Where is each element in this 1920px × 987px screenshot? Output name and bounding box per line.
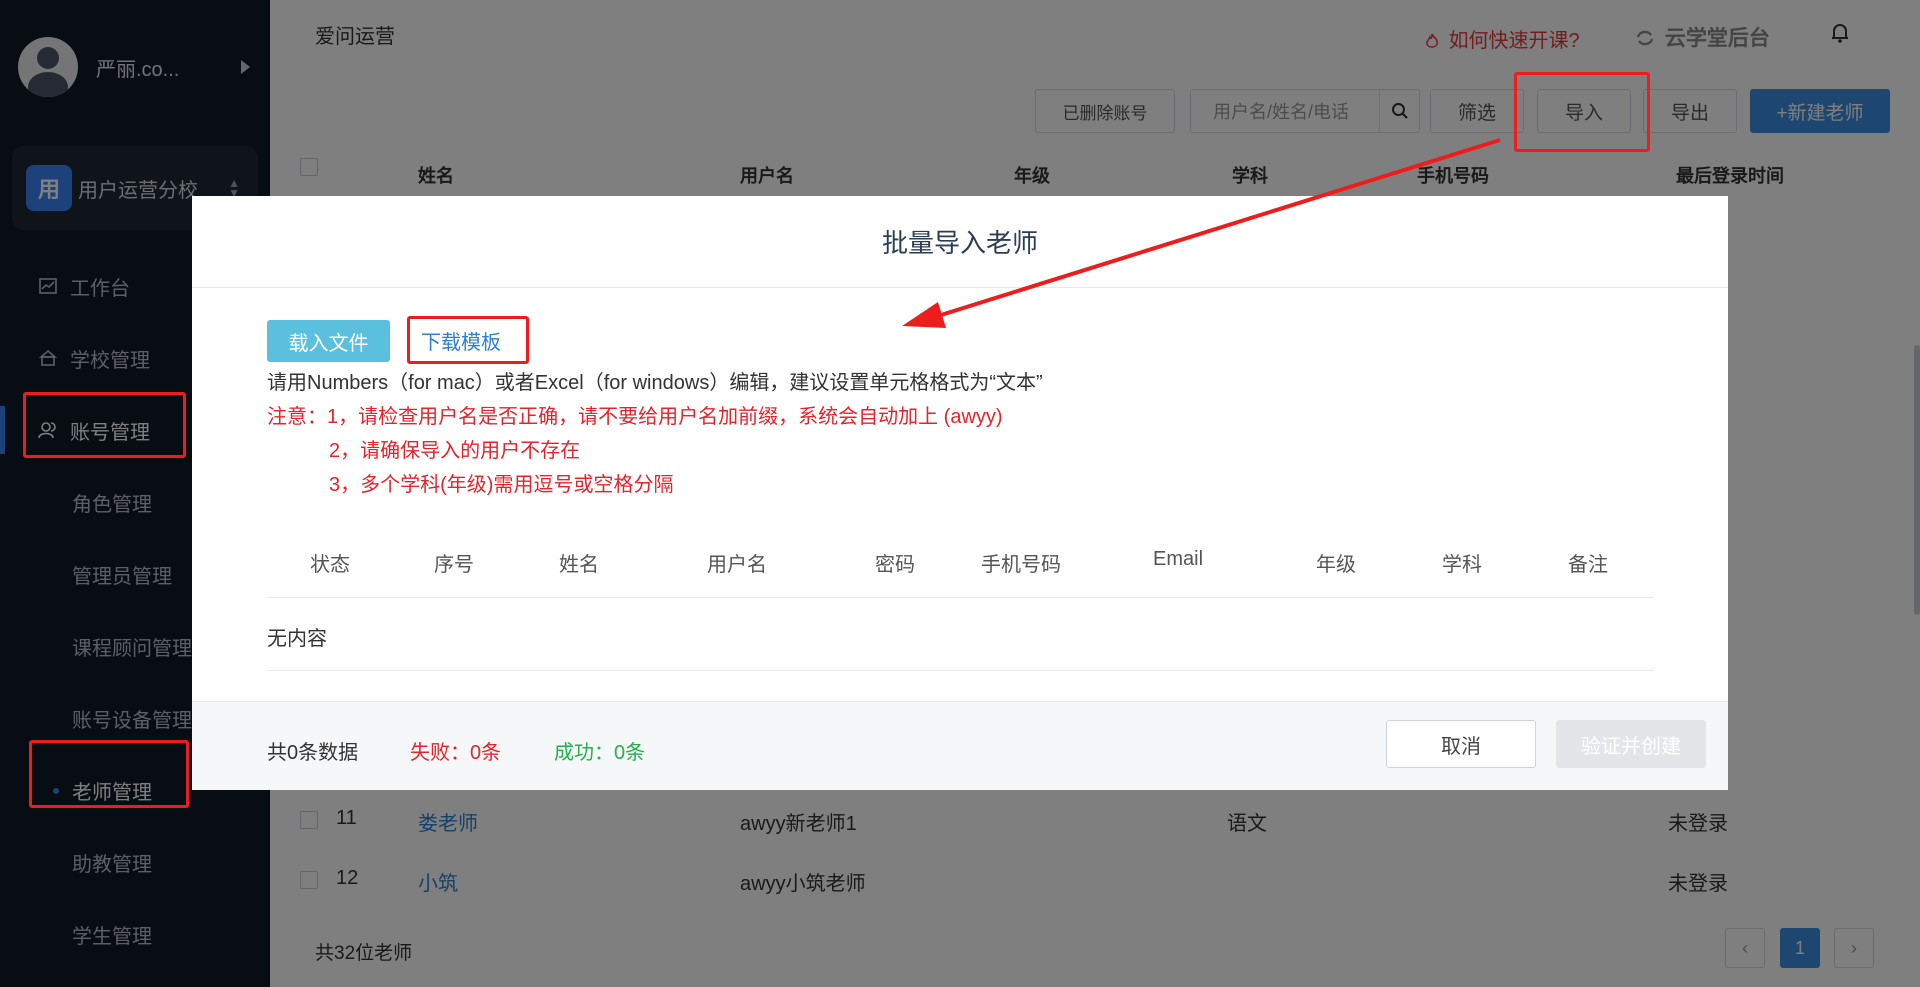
modal-footer: 共0条数据 失败：0条 成功：0条 取消 验证并创建 <box>192 701 1728 790</box>
col-phone: 手机号码 <box>981 554 1061 576</box>
divider <box>267 670 1654 671</box>
divider <box>267 597 1654 598</box>
annotation-box-teachers <box>29 740 189 808</box>
col-index: 序号 <box>434 554 474 576</box>
col-note: 备注 <box>1568 554 1608 576</box>
col-password: 密码 <box>875 554 915 576</box>
col-grade: 年级 <box>1316 554 1356 576</box>
verify-create-button[interactable]: 验证并创建 <box>1556 720 1706 768</box>
failed-count: 失败：0条 <box>410 742 502 764</box>
warning-2: 2，请确保导入的用户不存在 <box>329 440 581 462</box>
warning-3: 3，多个学科(年级)需用逗号或空格分隔 <box>329 474 674 496</box>
annotation-box-account <box>23 392 186 458</box>
total-count: 共0条数据 <box>267 742 359 764</box>
warning-1: 注意：1，请检查用户名是否正确，请不要给用户名加前缀，系统会自动加上 (awyy… <box>267 406 1003 428</box>
col-subject: 学科 <box>1442 554 1482 576</box>
load-file-button[interactable]: 载入文件 <box>267 320 390 362</box>
col-name: 姓名 <box>559 554 599 576</box>
col-email: Email <box>1153 548 1204 570</box>
empty-state: 无内容 <box>267 628 327 650</box>
col-status: 状态 <box>310 554 350 576</box>
success-count: 成功：0条 <box>554 742 646 764</box>
cancel-button[interactable]: 取消 <box>1386 720 1536 768</box>
col-username: 用户名 <box>707 554 767 576</box>
modal-title: 批量导入老师 <box>192 196 1728 288</box>
import-modal: 批量导入老师 载入文件 下载模板 请用Numbers（for mac）或者Exc… <box>192 196 1728 790</box>
annotation-box-download <box>407 316 529 364</box>
format-hint: 请用Numbers（for mac）或者Excel（for windows）编辑… <box>267 372 1043 394</box>
annotation-box-import <box>1514 72 1650 152</box>
